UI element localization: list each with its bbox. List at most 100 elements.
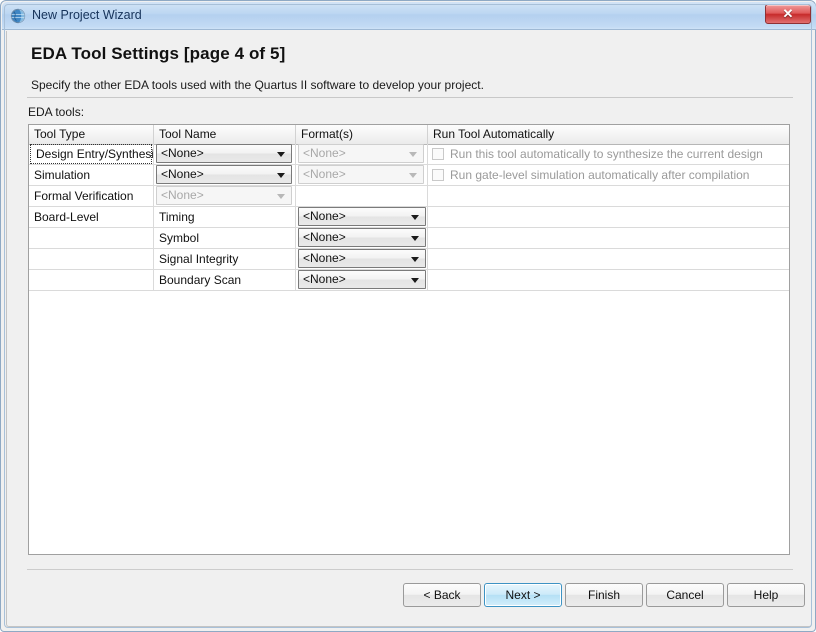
chevron-down-icon bbox=[411, 236, 419, 241]
formats-combobox-signal-integrity[interactable]: <None> bbox=[298, 249, 426, 268]
header-divider bbox=[27, 97, 793, 98]
formats-value: <None> bbox=[303, 230, 346, 244]
checkbox-icon[interactable] bbox=[432, 148, 444, 160]
cell-formats: <None> bbox=[296, 270, 428, 290]
eda-tools-label: EDA tools: bbox=[28, 105, 85, 119]
footer-divider bbox=[27, 569, 793, 570]
cell-tool-type[interactable] bbox=[29, 228, 154, 248]
quartus-globe-icon bbox=[10, 8, 26, 24]
tool-name-value: <None> bbox=[161, 167, 204, 181]
chevron-down-icon bbox=[277, 173, 285, 178]
eda-tools-table: Tool Type Tool Name Format(s) Run Tool A… bbox=[28, 124, 790, 555]
window-title: New Project Wizard bbox=[32, 8, 142, 22]
chevron-down-icon bbox=[411, 278, 419, 283]
cell-tool-name[interactable]: Timing bbox=[154, 207, 296, 227]
formats-combobox-timing[interactable]: <None> bbox=[298, 207, 426, 226]
cell-run-tool-automatically bbox=[428, 228, 789, 248]
next-button[interactable]: Next > bbox=[484, 583, 562, 607]
tool-name-label: Timing bbox=[159, 210, 195, 224]
tool-name-combobox-formal-verification[interactable]: <None> bbox=[156, 186, 292, 205]
tool-type-label bbox=[29, 273, 34, 287]
tool-type-label bbox=[29, 231, 34, 245]
help-button[interactable]: Help bbox=[727, 583, 805, 607]
cell-formats bbox=[296, 186, 428, 206]
formats-value: <None> bbox=[303, 272, 346, 286]
formats-combobox-boundary-scan[interactable]: <None> bbox=[298, 270, 426, 289]
cell-tool-name[interactable]: Signal Integrity bbox=[154, 249, 296, 269]
table-row: Board-Level Timing <None> bbox=[29, 207, 789, 228]
cell-run-tool-automatically bbox=[428, 186, 789, 206]
table-header-row: Tool Type Tool Name Format(s) Run Tool A… bbox=[29, 125, 789, 145]
dialog-client-area: EDA Tool Settings [page 4 of 5] Specify … bbox=[6, 31, 812, 627]
cell-run-tool-automatically: Run gate-level simulation automatically … bbox=[428, 165, 789, 185]
table-row: Boundary Scan <None> bbox=[29, 270, 789, 291]
cell-tool-type[interactable] bbox=[29, 270, 154, 290]
chevron-down-icon bbox=[411, 215, 419, 220]
checkbox-icon[interactable] bbox=[432, 169, 444, 181]
tool-type-label: Formal Verification bbox=[34, 189, 134, 203]
chevron-down-icon bbox=[409, 173, 417, 178]
tool-type-label: Simulation bbox=[34, 168, 91, 182]
cancel-button[interactable]: Cancel bbox=[646, 583, 724, 607]
cell-formats: <None> bbox=[296, 228, 428, 248]
chevron-down-icon bbox=[277, 194, 285, 199]
close-icon: ✕ bbox=[782, 6, 794, 21]
tool-name-label: Signal Integrity bbox=[159, 252, 239, 266]
tool-type-label bbox=[29, 252, 34, 266]
cell-formats: <None> bbox=[296, 165, 428, 185]
cell-tool-name: <None> bbox=[154, 186, 296, 206]
cell-tool-name[interactable]: Boundary Scan bbox=[154, 270, 296, 290]
run-tool-automatically-label: Run gate-level simulation automatically … bbox=[450, 168, 750, 182]
cell-run-tool-automatically bbox=[428, 249, 789, 269]
cell-tool-type[interactable]: Simulation bbox=[29, 165, 154, 185]
tool-name-label: Symbol bbox=[159, 231, 200, 245]
new-project-wizard-window: New Project Wizard ✕ EDA Tool Settings [… bbox=[0, 0, 816, 632]
formats-value: <None> bbox=[303, 146, 346, 160]
table-row: Symbol <None> bbox=[29, 228, 789, 249]
tool-name-value: <None> bbox=[161, 146, 204, 160]
tool-type-label: Design Entry/Synthesis bbox=[36, 147, 154, 161]
tool-name-value: <None> bbox=[161, 188, 204, 202]
cell-tool-type[interactable]: Board-Level bbox=[29, 207, 154, 227]
table-row: Simulation <None> <None> Run gate-level … bbox=[29, 165, 789, 186]
table-row: Signal Integrity <None> bbox=[29, 249, 789, 270]
table-empty-area bbox=[29, 291, 789, 554]
tool-name-label: Boundary Scan bbox=[159, 273, 242, 287]
cell-tool-name: <None> bbox=[154, 144, 296, 164]
column-header-tool-type[interactable]: Tool Type bbox=[29, 125, 154, 144]
cell-tool-type[interactable]: Design Entry/Synthesis bbox=[29, 144, 154, 164]
page-title: EDA Tool Settings [page 4 of 5] bbox=[31, 44, 286, 63]
cell-tool-type[interactable] bbox=[29, 249, 154, 269]
cell-run-tool-automatically: Run this tool automatically to synthesiz… bbox=[428, 144, 789, 164]
cell-formats: <None> bbox=[296, 207, 428, 227]
tool-name-combobox-design-entry[interactable]: <None> bbox=[156, 144, 292, 163]
table-row: Design Entry/Synthesis <None> <None> Run… bbox=[29, 144, 789, 165]
formats-value: <None> bbox=[303, 167, 346, 181]
cell-tool-name[interactable]: Symbol bbox=[154, 228, 296, 248]
title-bar: New Project Wizard ✕ bbox=[2, 2, 816, 30]
cell-formats: <None> bbox=[296, 144, 428, 164]
close-button[interactable]: ✕ bbox=[765, 4, 811, 24]
cell-run-tool-automatically bbox=[428, 207, 789, 227]
chevron-down-icon bbox=[411, 257, 419, 262]
column-header-formats[interactable]: Format(s) bbox=[296, 125, 428, 144]
back-button[interactable]: < Back bbox=[403, 583, 481, 607]
formats-value: <None> bbox=[303, 251, 346, 265]
formats-combobox-simulation[interactable]: <None> bbox=[298, 165, 424, 184]
table-row: Formal Verification <None> bbox=[29, 186, 789, 207]
cell-run-tool-automatically bbox=[428, 270, 789, 290]
tool-name-combobox-simulation[interactable]: <None> bbox=[156, 165, 292, 184]
run-tool-automatically-label: Run this tool automatically to synthesiz… bbox=[450, 147, 763, 161]
column-header-run-tool-automatically[interactable]: Run Tool Automatically bbox=[428, 125, 789, 144]
formats-combobox-design-entry[interactable]: <None> bbox=[298, 144, 424, 163]
formats-value: <None> bbox=[303, 209, 346, 223]
column-header-tool-name[interactable]: Tool Name bbox=[154, 125, 296, 144]
finish-button[interactable]: Finish bbox=[565, 583, 643, 607]
cell-formats: <None> bbox=[296, 249, 428, 269]
page-description: Specify the other EDA tools used with th… bbox=[31, 78, 484, 92]
cell-tool-name: <None> bbox=[154, 165, 296, 185]
cell-tool-type[interactable]: Formal Verification bbox=[29, 186, 154, 206]
chevron-down-icon bbox=[409, 152, 417, 157]
tool-type-label: Board-Level bbox=[34, 210, 99, 224]
formats-combobox-symbol[interactable]: <None> bbox=[298, 228, 426, 247]
